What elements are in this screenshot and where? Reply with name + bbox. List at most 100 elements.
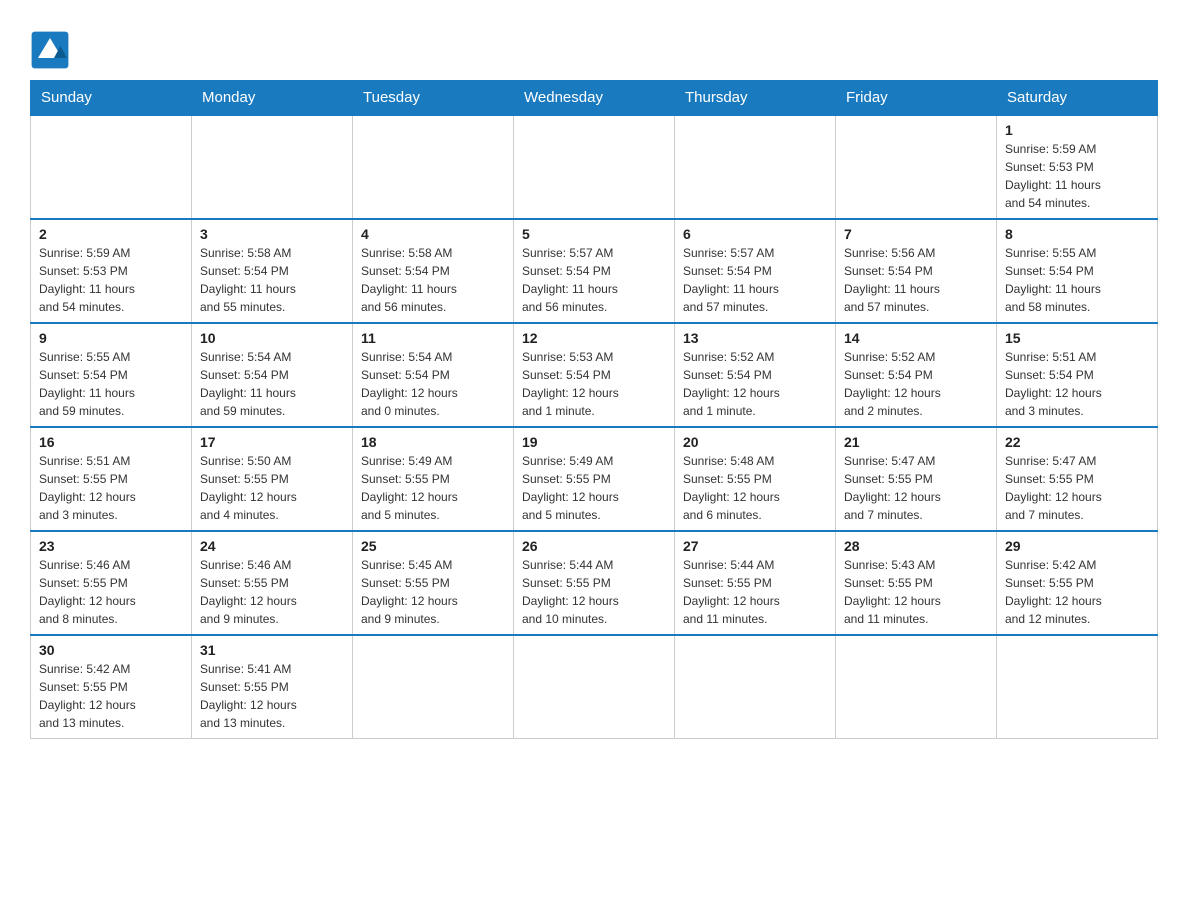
calendar-cell: 31Sunrise: 5:41 AM Sunset: 5:55 PM Dayli… bbox=[192, 635, 353, 739]
day-info: Sunrise: 5:47 AM Sunset: 5:55 PM Dayligh… bbox=[844, 452, 988, 524]
calendar-cell bbox=[353, 635, 514, 739]
calendar-week-3: 9 Sunrise: 5:55 AM Sunset: 5:54 PM Daylig… bbox=[31, 323, 1158, 427]
day-info: Sunrise: 5:51 AM Sunset: 5:55 PM Dayligh… bbox=[39, 452, 183, 524]
day-info: Sunrise: 5:57 AM Sunset: 5:54 PM Dayligh… bbox=[683, 244, 827, 316]
calendar-cell: 17Sunrise: 5:50 AM Sunset: 5:55 PM Dayli… bbox=[192, 427, 353, 531]
day-info: Sunrise: 5:46 AM Sunset: 5:55 PM Dayligh… bbox=[39, 556, 183, 628]
day-number: 4 bbox=[361, 226, 505, 242]
calendar-cell: 1 Sunrise: 5:59 AM Sunset: 5:53 PM Daylig… bbox=[997, 115, 1158, 219]
calendar-cell bbox=[514, 115, 675, 219]
calendar-cell: 3 Sunrise: 5:58 AM Sunset: 5:54 PM Daylig… bbox=[192, 219, 353, 323]
calendar-cell: 15 Sunrise: 5:51 AM Sunset: 5:54 PM Dayli… bbox=[997, 323, 1158, 427]
calendar-cell: 22 Sunrise: 5:47 AM Sunset: 5:55 PM Dayli… bbox=[997, 427, 1158, 531]
col-wednesday: Wednesday bbox=[514, 81, 675, 116]
logo-icon bbox=[30, 30, 70, 70]
day-info: Sunrise: 5:49 AM Sunset: 5:55 PM Dayligh… bbox=[522, 452, 666, 524]
day-number: 9 bbox=[39, 330, 183, 346]
col-monday: Monday bbox=[192, 81, 353, 116]
day-number: 13 bbox=[683, 330, 827, 346]
col-friday: Friday bbox=[836, 81, 997, 116]
day-number: 2 bbox=[39, 226, 183, 242]
day-number: 16 bbox=[39, 434, 183, 450]
day-info: Sunrise: 5:45 AM Sunset: 5:55 PM Dayligh… bbox=[361, 556, 505, 628]
calendar-cell: 14Sunrise: 5:52 AM Sunset: 5:54 PM Dayli… bbox=[836, 323, 997, 427]
day-number: 7 bbox=[844, 226, 988, 242]
day-info: Sunrise: 5:44 AM Sunset: 5:55 PM Dayligh… bbox=[683, 556, 827, 628]
calendar-cell: 16 Sunrise: 5:51 AM Sunset: 5:55 PM Dayli… bbox=[31, 427, 192, 531]
day-info: Sunrise: 5:58 AM Sunset: 5:54 PM Dayligh… bbox=[361, 244, 505, 316]
col-sunday: Sunday bbox=[31, 81, 192, 116]
calendar-cell: 18 Sunrise: 5:49 AM Sunset: 5:55 PM Dayli… bbox=[353, 427, 514, 531]
calendar-cell: 13 Sunrise: 5:52 AM Sunset: 5:54 PM Dayli… bbox=[675, 323, 836, 427]
day-number: 15 bbox=[1005, 330, 1149, 346]
day-info: Sunrise: 5:41 AM Sunset: 5:55 PM Dayligh… bbox=[200, 660, 344, 732]
day-info: Sunrise: 5:43 AM Sunset: 5:55 PM Dayligh… bbox=[844, 556, 988, 628]
day-info: Sunrise: 5:55 AM Sunset: 5:54 PM Dayligh… bbox=[1005, 244, 1149, 316]
calendar-cell: 9 Sunrise: 5:55 AM Sunset: 5:54 PM Daylig… bbox=[31, 323, 192, 427]
day-number: 14 bbox=[844, 330, 988, 346]
day-info: Sunrise: 5:55 AM Sunset: 5:54 PM Dayligh… bbox=[39, 348, 183, 420]
col-thursday: Thursday bbox=[675, 81, 836, 116]
day-info: Sunrise: 5:53 AM Sunset: 5:54 PM Dayligh… bbox=[522, 348, 666, 420]
day-info: Sunrise: 5:58 AM Sunset: 5:54 PM Dayligh… bbox=[200, 244, 344, 316]
day-number: 10 bbox=[200, 330, 344, 346]
calendar-cell: 2Sunrise: 5:59 AM Sunset: 5:53 PM Daylig… bbox=[31, 219, 192, 323]
calendar-table: Sunday Monday Tuesday Wednesday Thursday… bbox=[30, 80, 1158, 739]
day-info: Sunrise: 5:54 AM Sunset: 5:54 PM Dayligh… bbox=[361, 348, 505, 420]
calendar-week-1: 1 Sunrise: 5:59 AM Sunset: 5:53 PM Daylig… bbox=[31, 115, 1158, 219]
day-number: 18 bbox=[361, 434, 505, 450]
calendar-week-4: 16 Sunrise: 5:51 AM Sunset: 5:55 PM Dayli… bbox=[31, 427, 1158, 531]
calendar-cell: 20 Sunrise: 5:48 AM Sunset: 5:55 PM Dayli… bbox=[675, 427, 836, 531]
calendar-cell: 24 Sunrise: 5:46 AM Sunset: 5:55 PM Dayli… bbox=[192, 531, 353, 635]
calendar-header-row: Sunday Monday Tuesday Wednesday Thursday… bbox=[31, 81, 1158, 116]
day-number: 11 bbox=[361, 330, 505, 346]
col-tuesday: Tuesday bbox=[353, 81, 514, 116]
day-number: 29 bbox=[1005, 538, 1149, 554]
day-info: Sunrise: 5:48 AM Sunset: 5:55 PM Dayligh… bbox=[683, 452, 827, 524]
calendar-cell bbox=[31, 115, 192, 219]
calendar-cell bbox=[836, 635, 997, 739]
calendar-cell bbox=[836, 115, 997, 219]
calendar-cell: 23Sunrise: 5:46 AM Sunset: 5:55 PM Dayli… bbox=[31, 531, 192, 635]
calendar-cell bbox=[192, 115, 353, 219]
calendar-cell: 30Sunrise: 5:42 AM Sunset: 5:55 PM Dayli… bbox=[31, 635, 192, 739]
day-number: 6 bbox=[683, 226, 827, 242]
calendar-cell: 6 Sunrise: 5:57 AM Sunset: 5:54 PM Daylig… bbox=[675, 219, 836, 323]
day-info: Sunrise: 5:42 AM Sunset: 5:55 PM Dayligh… bbox=[1005, 556, 1149, 628]
calendar-week-2: 2Sunrise: 5:59 AM Sunset: 5:53 PM Daylig… bbox=[31, 219, 1158, 323]
day-info: Sunrise: 5:51 AM Sunset: 5:54 PM Dayligh… bbox=[1005, 348, 1149, 420]
day-info: Sunrise: 5:49 AM Sunset: 5:55 PM Dayligh… bbox=[361, 452, 505, 524]
calendar-cell: 19Sunrise: 5:49 AM Sunset: 5:55 PM Dayli… bbox=[514, 427, 675, 531]
day-number: 3 bbox=[200, 226, 344, 242]
day-number: 26 bbox=[522, 538, 666, 554]
day-number: 21 bbox=[844, 434, 988, 450]
day-info: Sunrise: 5:52 AM Sunset: 5:54 PM Dayligh… bbox=[683, 348, 827, 420]
day-number: 24 bbox=[200, 538, 344, 554]
day-info: Sunrise: 5:46 AM Sunset: 5:55 PM Dayligh… bbox=[200, 556, 344, 628]
day-info: Sunrise: 5:57 AM Sunset: 5:54 PM Dayligh… bbox=[522, 244, 666, 316]
day-number: 28 bbox=[844, 538, 988, 554]
day-number: 22 bbox=[1005, 434, 1149, 450]
day-number: 1 bbox=[1005, 122, 1149, 138]
day-number: 12 bbox=[522, 330, 666, 346]
col-saturday: Saturday bbox=[997, 81, 1158, 116]
page-header bbox=[30, 20, 1158, 70]
day-info: Sunrise: 5:44 AM Sunset: 5:55 PM Dayligh… bbox=[522, 556, 666, 628]
calendar-cell bbox=[514, 635, 675, 739]
day-number: 20 bbox=[683, 434, 827, 450]
calendar-cell: 27Sunrise: 5:44 AM Sunset: 5:55 PM Dayli… bbox=[675, 531, 836, 635]
day-info: Sunrise: 5:56 AM Sunset: 5:54 PM Dayligh… bbox=[844, 244, 988, 316]
calendar-cell: 29 Sunrise: 5:42 AM Sunset: 5:55 PM Dayli… bbox=[997, 531, 1158, 635]
calendar-cell: 12 Sunrise: 5:53 AM Sunset: 5:54 PM Dayli… bbox=[514, 323, 675, 427]
day-info: Sunrise: 5:50 AM Sunset: 5:55 PM Dayligh… bbox=[200, 452, 344, 524]
calendar-week-5: 23Sunrise: 5:46 AM Sunset: 5:55 PM Dayli… bbox=[31, 531, 1158, 635]
day-info: Sunrise: 5:59 AM Sunset: 5:53 PM Dayligh… bbox=[1005, 140, 1149, 212]
calendar-cell bbox=[675, 115, 836, 219]
calendar-cell bbox=[353, 115, 514, 219]
calendar-cell: 11 Sunrise: 5:54 AM Sunset: 5:54 PM Dayli… bbox=[353, 323, 514, 427]
calendar-cell: 8Sunrise: 5:55 AM Sunset: 5:54 PM Daylig… bbox=[997, 219, 1158, 323]
calendar-cell bbox=[997, 635, 1158, 739]
day-info: Sunrise: 5:47 AM Sunset: 5:55 PM Dayligh… bbox=[1005, 452, 1149, 524]
calendar-cell: 7 Sunrise: 5:56 AM Sunset: 5:54 PM Daylig… bbox=[836, 219, 997, 323]
calendar-cell: 28 Sunrise: 5:43 AM Sunset: 5:55 PM Dayli… bbox=[836, 531, 997, 635]
